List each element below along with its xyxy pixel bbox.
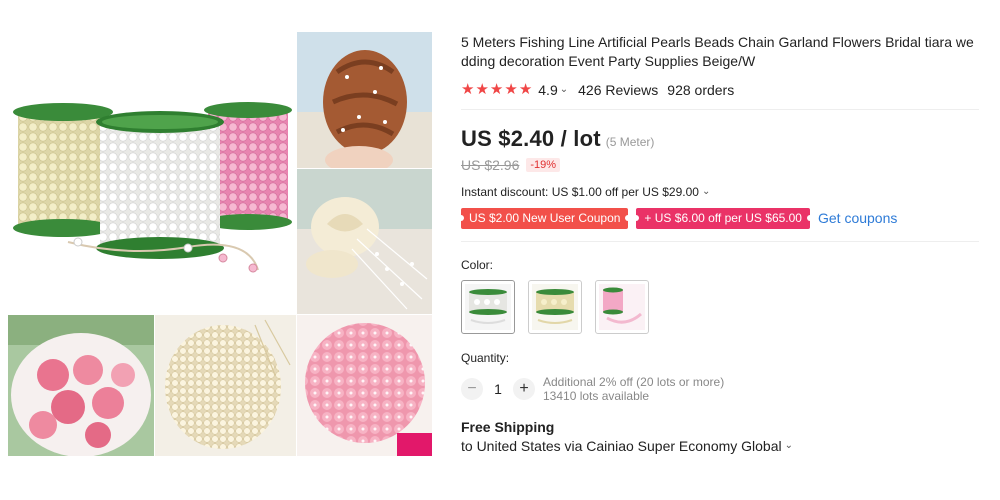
color-swatch-pink[interactable] [595,280,649,334]
color-swatch-green-white[interactable] [461,280,515,334]
star-icon: ★ [504,81,518,98]
quantity-decrease-button[interactable]: − [461,378,483,400]
product-title: 5 Meters Fishing Line Artificial Pearls … [461,34,974,69]
star-icon: ★ [475,81,489,98]
bouquet-pink-ball-image[interactable] [297,315,432,456]
new-user-coupon[interactable]: US $2.00 New User Coupon [457,207,632,229]
chevron-down-icon[interactable]: ⌄ [560,84,568,95]
reviews-count[interactable]: 426 Reviews [578,82,658,98]
star-icon: ★ [461,81,475,98]
original-price: US $2.96 [461,157,520,173]
quantity-label: Quantity: [461,351,510,365]
quantity-note: Additional 2% off (20 lots or more) 1341… [543,375,724,403]
shipping-destination[interactable]: to United States via Cainiao Super Econo… [461,438,979,454]
rating-row: ★ ★ ★ ★ ★ 4.9 ⌄ 426 Reviews 928 orders [461,81,979,99]
product-info-panel: 5 Meters Fishing Line Artificial Pearls … [457,33,979,454]
discount-badge: -19% [526,158,561,172]
bouquet-pearl-image[interactable] [155,315,296,456]
star-icon: ★ [518,81,533,98]
product-image-gallery [8,32,432,456]
bulk-discount-text: Additional 2% off (20 lots or more) [543,375,725,389]
hair-style-image[interactable] [297,32,432,168]
color-swatches [461,280,979,334]
instant-discount-text[interactable]: Instant discount: US $1.00 off per US $2… [461,185,699,199]
quantity-stepper: − 1 + Additional 2% off (20 lots or more… [461,375,979,403]
get-coupons-link[interactable]: Get coupons [818,210,897,226]
current-price: US $2.40 / lot [461,126,601,151]
corsage-image[interactable] [297,169,432,314]
instant-discount[interactable]: Instant discount: US $1.00 off per US $2… [461,185,979,199]
rating-value[interactable]: 4.9 [538,82,557,98]
price-unit: (5 Meter) [605,135,655,149]
stock-available-text: 13410 lots available [543,389,650,403]
main-product-image[interactable] [8,32,296,314]
quantity-increase-button[interactable]: + [513,378,535,400]
shipping-destination-text[interactable]: to United States via Cainiao Super Econo… [461,438,782,454]
color-swatch-beige[interactable] [528,280,582,334]
quantity-value[interactable]: 1 [483,381,513,397]
bouquet-pink-roses-image[interactable] [8,315,154,456]
chevron-down-icon[interactable]: ⌄ [702,186,710,197]
chevron-down-icon[interactable]: ⌄ [785,440,793,451]
original-price-row: US $2.96 -19% [461,156,979,174]
color-label: Color: [461,258,494,272]
rating-stars: ★ ★ ★ ★ ★ [461,82,532,98]
orders-count: 928 orders [667,82,735,98]
price-row: US $2.40 / lot (5 Meter) [461,126,979,152]
coupon-row: US $2.00 New User Coupon + US $6.00 off … [457,207,979,229]
shipping-title: Free Shipping [461,419,555,435]
store-coupon[interactable]: + US $6.00 off per US $65.00 [633,207,813,229]
divider [461,241,979,242]
star-icon: ★ [489,81,504,98]
divider [461,109,979,110]
